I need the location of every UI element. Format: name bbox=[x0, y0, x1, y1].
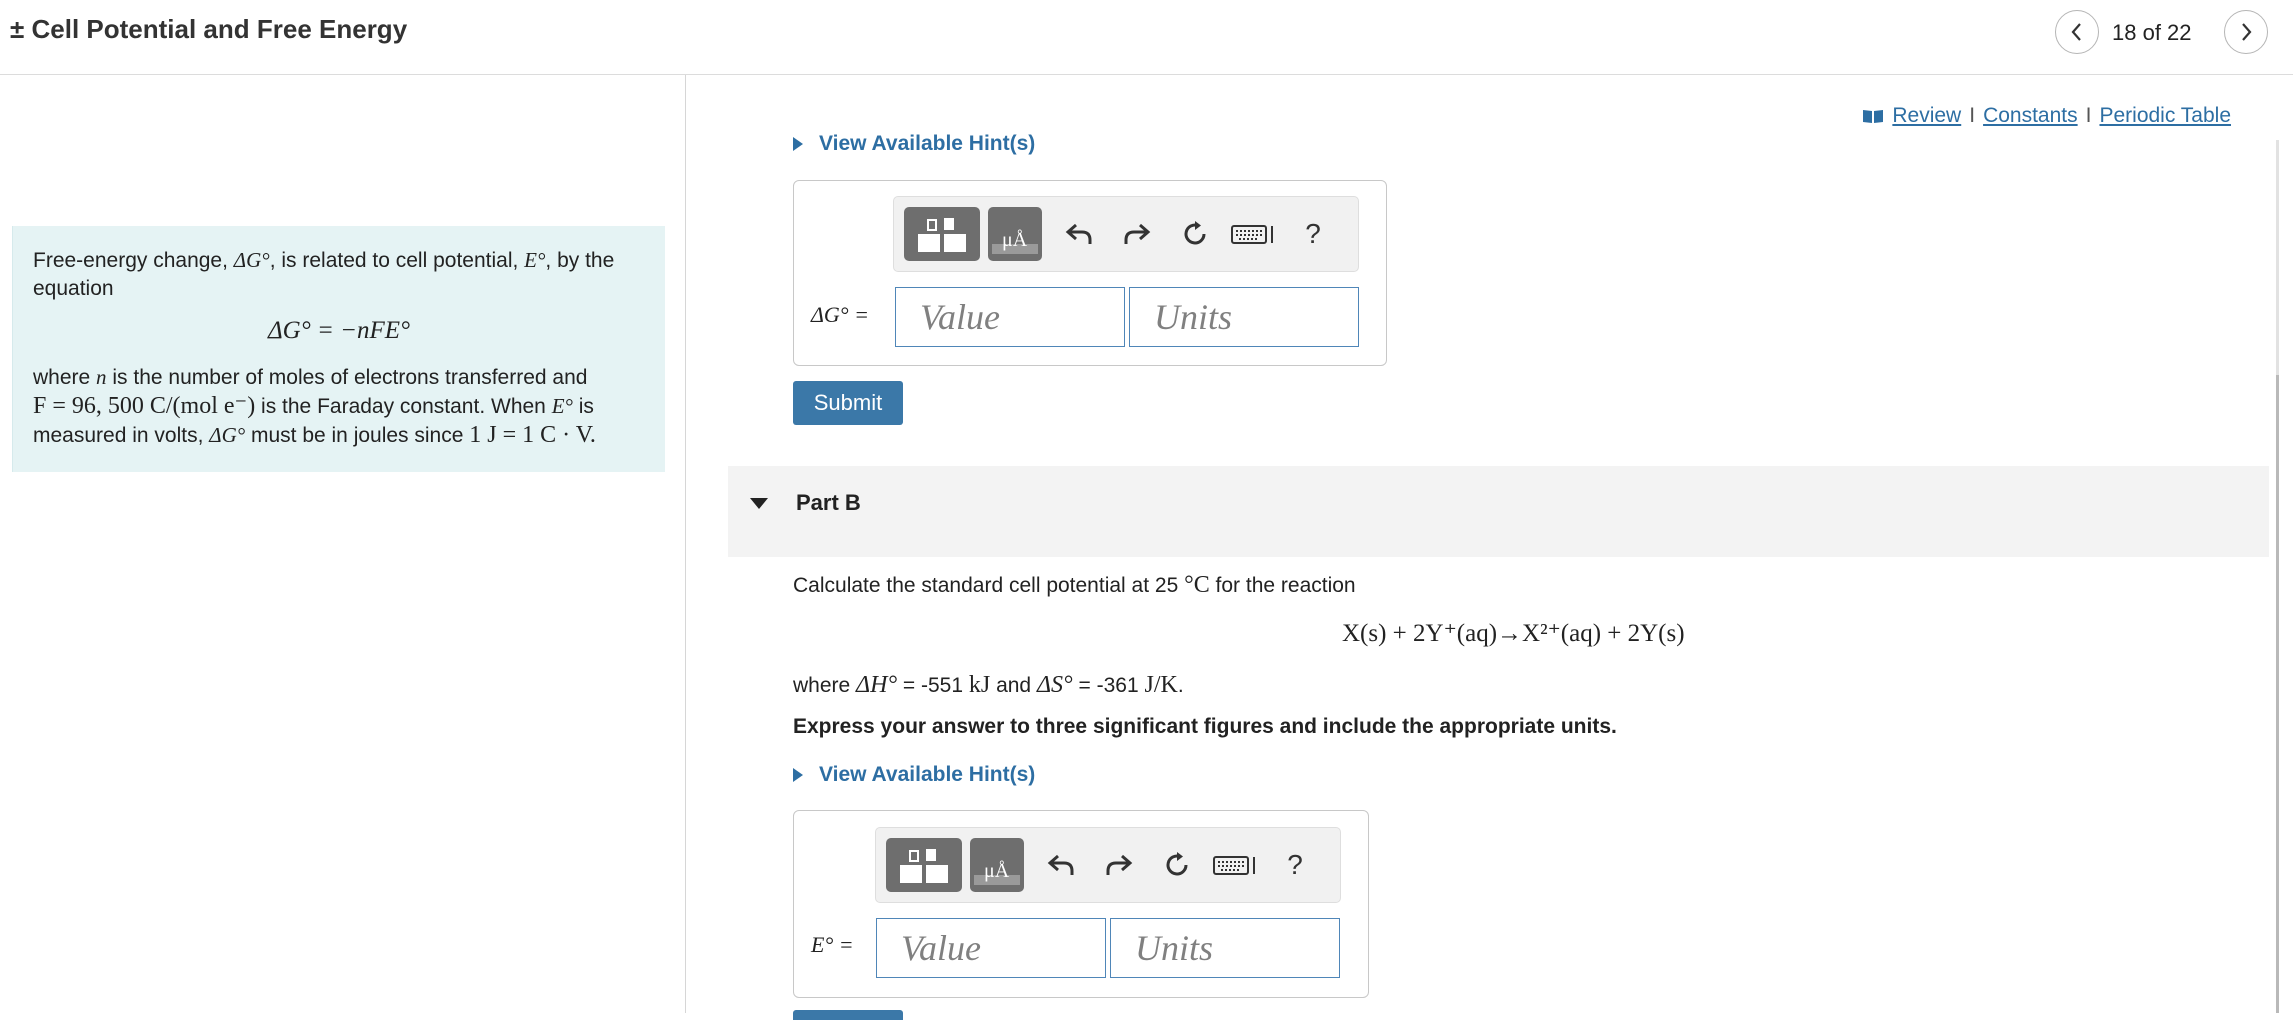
math-n: n bbox=[96, 365, 107, 389]
info-paragraph-2: where n is the number of moles of electr… bbox=[33, 363, 645, 450]
symbols-icon[interactable]: μÅ bbox=[988, 207, 1042, 261]
symbols-glyph: μÅ bbox=[1002, 229, 1028, 251]
math-delta-s: ΔS° bbox=[1036, 672, 1073, 698]
info-box: Free-energy change, ΔG°, is related to c… bbox=[12, 226, 665, 472]
reset-icon[interactable] bbox=[1166, 207, 1224, 261]
constants-link[interactable]: Constants bbox=[1983, 104, 2078, 128]
part-b-question: Calculate the standard cell potential at… bbox=[793, 572, 1356, 599]
link-separator: I bbox=[2085, 104, 2092, 127]
undo-icon[interactable] bbox=[1032, 838, 1090, 892]
part-b-title: Part B bbox=[796, 490, 861, 515]
caret-down-icon bbox=[750, 498, 768, 509]
math-e: E° bbox=[551, 394, 573, 418]
part-b-units-input[interactable] bbox=[1110, 918, 1340, 978]
book-icon bbox=[1863, 110, 1884, 123]
help-icon[interactable]: ? bbox=[1284, 207, 1342, 261]
symbols-icon[interactable]: μÅ bbox=[970, 838, 1024, 892]
e-cell-label: E° = bbox=[811, 932, 854, 958]
part-b-header[interactable]: Part B bbox=[728, 466, 2269, 557]
delta-h-value: = -551 bbox=[902, 674, 964, 697]
redo-icon[interactable] bbox=[1108, 207, 1166, 261]
unit-kj: kJ bbox=[968, 672, 991, 698]
templates-icon[interactable] bbox=[904, 207, 980, 261]
caret-right-icon bbox=[793, 137, 803, 151]
previous-button[interactable] bbox=[2055, 10, 2099, 54]
part-a-math-toolbar: μÅ ? bbox=[893, 196, 1359, 272]
page-title: ± Cell Potential and Free Energy bbox=[10, 14, 408, 44]
info-text: measured in volts, bbox=[33, 424, 210, 447]
temperature-unit: °C bbox=[1184, 572, 1210, 598]
unit-jk: J/K bbox=[1144, 672, 1178, 698]
free-energy-equation: ΔG° = −nFE° bbox=[267, 317, 410, 344]
part-a-submit-button[interactable]: Submit bbox=[793, 381, 903, 425]
math-e: E° bbox=[524, 248, 546, 272]
part-b-hint-toggle[interactable]: View Available Hint(s) bbox=[793, 763, 1035, 787]
question-text: . bbox=[1177, 674, 1184, 697]
math-delta-h: ΔH° bbox=[856, 672, 898, 698]
info-paragraph-1: Free-energy change, ΔG°, is related to c… bbox=[33, 246, 645, 303]
info-text: , is related to cell potential, bbox=[269, 249, 525, 272]
undo-icon[interactable] bbox=[1050, 207, 1108, 261]
info-text: where bbox=[33, 366, 97, 389]
templates-icon[interactable] bbox=[886, 838, 962, 892]
part-a-value-input[interactable] bbox=[895, 287, 1125, 347]
chevron-left-icon bbox=[2071, 23, 2081, 41]
panel-divider bbox=[685, 75, 686, 1013]
keyboard-icon[interactable] bbox=[1206, 838, 1266, 892]
question-text: where bbox=[793, 674, 851, 697]
part-b-math-toolbar: μÅ ? bbox=[875, 827, 1341, 903]
info-text: Free-energy change, bbox=[33, 249, 234, 272]
delta-s-value: = -361 bbox=[1078, 674, 1139, 697]
info-text: is the number of moles of electrons tran… bbox=[106, 366, 588, 389]
keyboard-icon[interactable] bbox=[1224, 207, 1284, 261]
faraday-constant: F = 96, 500 C/(mol e⁻) bbox=[33, 393, 256, 419]
question-text: for the reaction bbox=[1209, 574, 1356, 597]
thermo-data-line: where ΔH° = -551 kJ and ΔS° = -361 J/K. bbox=[793, 672, 1184, 699]
math-delta-g: ΔG° bbox=[233, 248, 270, 272]
header-bar: ± Cell Potential and Free Energy 18 of 2… bbox=[0, 0, 2293, 75]
reset-icon[interactable] bbox=[1148, 838, 1206, 892]
scrollbar-thumb[interactable] bbox=[2276, 375, 2279, 1013]
reaction-equation: X(s) + 2Y⁺(aq)→X²⁺(aq) + 2Y(s) bbox=[1342, 620, 1685, 647]
caret-right-icon bbox=[793, 768, 803, 782]
review-link[interactable]: Review bbox=[1892, 104, 1961, 128]
hint-label: View Available Hint(s) bbox=[819, 132, 1036, 155]
info-text: is the Faraday constant. When bbox=[255, 395, 552, 418]
part-a-units-input[interactable] bbox=[1129, 287, 1359, 347]
part-b-value-input[interactable] bbox=[876, 918, 1106, 978]
page-counter: 18 of 22 bbox=[2112, 20, 2192, 45]
link-separator: I bbox=[1969, 104, 1976, 127]
field-label-text: E° = bbox=[811, 932, 854, 957]
field-label-text: ΔG° = bbox=[811, 302, 869, 327]
redo-icon[interactable] bbox=[1090, 838, 1148, 892]
info-text: is bbox=[572, 395, 594, 418]
next-button[interactable] bbox=[2224, 10, 2268, 54]
question-text: Calculate the standard cell potential at… bbox=[793, 574, 1185, 597]
symbols-glyph: μÅ bbox=[984, 860, 1010, 882]
hint-label: View Available Hint(s) bbox=[819, 763, 1036, 786]
answer-instruction: Express your answer to three significant… bbox=[793, 715, 1617, 738]
info-text: must be in joules since bbox=[245, 424, 470, 447]
math-delta-g: ΔG° bbox=[209, 423, 246, 447]
delta-g-label: ΔG° = bbox=[811, 302, 869, 328]
chevron-right-icon bbox=[2242, 23, 2252, 41]
periodic-table-link[interactable]: Periodic Table bbox=[2099, 104, 2231, 128]
part-b-submit-button[interactable] bbox=[793, 1010, 903, 1020]
resource-links: Review I Constants I Periodic Table bbox=[1862, 104, 2231, 128]
question-text: and bbox=[996, 674, 1032, 697]
part-a-hint-toggle[interactable]: View Available Hint(s) bbox=[793, 132, 1035, 156]
help-icon[interactable]: ? bbox=[1266, 838, 1324, 892]
joule-relation: 1 J = 1 C · V. bbox=[469, 422, 596, 448]
